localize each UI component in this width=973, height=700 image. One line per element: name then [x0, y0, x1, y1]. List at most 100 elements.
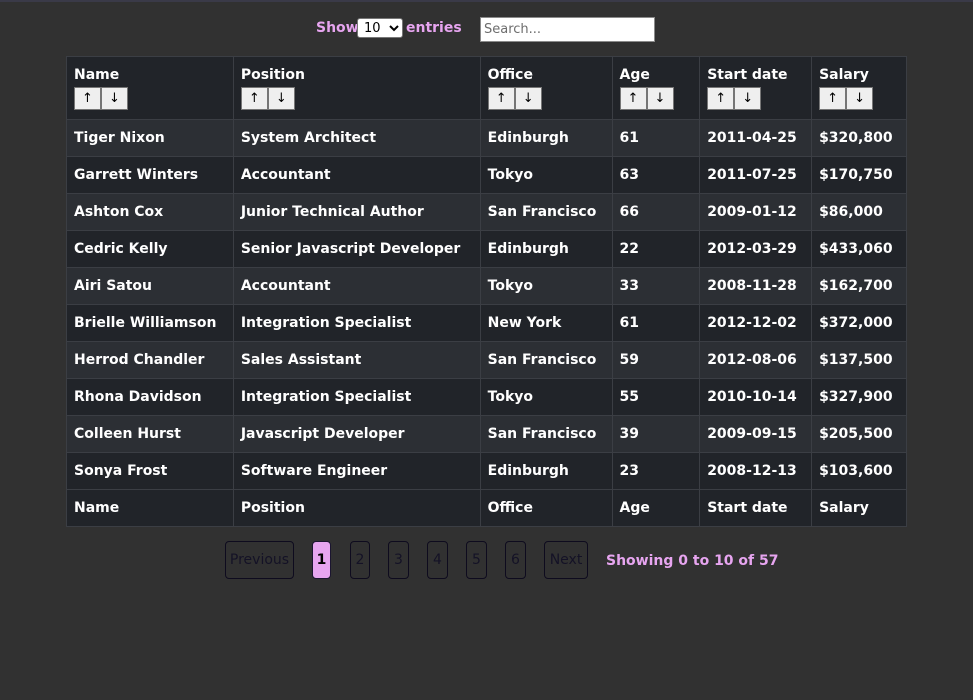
cell-salary: $433,060 [811, 230, 907, 268]
next-page-button[interactable]: Next [544, 541, 588, 579]
cell-position: Javascript Developer [232, 415, 481, 453]
cell-office: San Francisco [479, 341, 613, 379]
footer-label-office: Office [479, 489, 613, 527]
arrow-down-icon: ↓ [522, 91, 534, 106]
page-button-5[interactable]: 5 [466, 541, 487, 579]
footer-row: Name Position Office Age Start date Sala… [66, 489, 907, 527]
arrow-down-icon: ↓ [742, 91, 754, 106]
table-row: Airi Satou Accountant Tokyo 33 2008-11-2… [66, 267, 907, 305]
entries-label: entries [406, 20, 462, 36]
cell-position: Integration Specialist [232, 304, 481, 342]
arrow-up-icon: ↑ [715, 91, 727, 106]
cell-age: 33 [611, 267, 701, 305]
entries-per-page-select[interactable]: 10 [357, 18, 403, 38]
previous-page-button[interactable]: Previous [225, 541, 294, 579]
column-label: Office [487, 67, 533, 83]
cell-name: Colleen Hurst [66, 415, 234, 453]
sort-asc-button[interactable]: ↑ [707, 87, 735, 110]
cell-office: San Francisco [479, 193, 613, 231]
cell-position: Accountant [232, 267, 481, 305]
cell-position: Integration Specialist [232, 378, 481, 416]
cell-age: 63 [611, 156, 701, 194]
cell-office: Tokyo [479, 267, 613, 305]
column-header-name: Name ↑ ↓ [66, 56, 234, 120]
table-row: Herrod Chandler Sales Assistant San Fran… [66, 341, 907, 379]
header-row: Name ↑ ↓ Position ↑ ↓ Office ↑ ↓ Age ↑ ↓… [66, 56, 907, 120]
cell-salary: $327,900 [811, 378, 907, 416]
sort-desc-button[interactable]: ↓ [267, 87, 295, 110]
cell-office: Edinburgh [479, 230, 613, 268]
cell-start-date: 2012-08-06 [699, 341, 813, 379]
sort-desc-button[interactable]: ↓ [514, 87, 542, 110]
column-label: Name [74, 67, 120, 83]
page-button-6[interactable]: 6 [505, 541, 526, 579]
table-row: Garrett Winters Accountant Tokyo 63 2011… [66, 156, 907, 194]
pagination: Previous 1 2 3 4 5 6 Next Showing 0 to 1… [0, 541, 973, 581]
cell-position: Accountant [232, 156, 481, 194]
cell-name: Airi Satou [66, 267, 234, 305]
column-header-office: Office ↑ ↓ [479, 56, 613, 120]
footer-label-start-date: Start date [699, 489, 813, 527]
cell-name: Cedric Kelly [66, 230, 234, 268]
sort-asc-button[interactable]: ↑ [74, 87, 101, 110]
sort-controls: ↑ ↓ [819, 87, 899, 110]
cell-position: Sales Assistant [232, 341, 481, 379]
footer-label-position: Position [232, 489, 481, 527]
page-button-1[interactable]: 1 [312, 541, 331, 579]
cell-office: Tokyo [479, 378, 613, 416]
cell-office: Tokyo [479, 156, 613, 194]
table-row: Brielle Williamson Integration Specialis… [66, 304, 907, 342]
table-controls: Show 10 entries [0, 16, 973, 42]
search-input[interactable] [480, 17, 655, 42]
cell-salary: $320,800 [811, 119, 907, 157]
table-row: Colleen Hurst Javascript Developer San F… [66, 415, 907, 453]
cell-start-date: 2011-07-25 [699, 156, 813, 194]
table-row: Sonya Frost Software Engineer Edinburgh … [66, 452, 907, 490]
footer-label-name: Name [66, 489, 234, 527]
sort-asc-button[interactable]: ↑ [819, 87, 847, 110]
column-label: Age [619, 67, 650, 83]
table-row: Ashton Cox Junior Technical Author San F… [66, 193, 907, 231]
footer-label-salary: Salary [811, 489, 907, 527]
show-label: Show [316, 20, 359, 36]
cell-age: 61 [611, 119, 701, 157]
sort-asc-button[interactable]: ↑ [487, 87, 515, 110]
cell-start-date: 2008-12-13 [699, 452, 813, 490]
cell-position: Senior Javascript Developer [232, 230, 481, 268]
cell-name: Herrod Chandler [66, 341, 234, 379]
page-button-3[interactable]: 3 [388, 541, 409, 579]
column-header-age: Age ↑ ↓ [611, 56, 701, 120]
column-label: Salary [819, 67, 869, 83]
cell-start-date: 2011-04-25 [699, 119, 813, 157]
sort-desc-button[interactable]: ↓ [101, 87, 128, 110]
footer-label-age: Age [611, 489, 701, 527]
cell-salary: $372,000 [811, 304, 907, 342]
sort-desc-button[interactable]: ↓ [734, 87, 762, 110]
cell-start-date: 2009-01-12 [699, 193, 813, 231]
arrow-up-icon: ↑ [82, 91, 93, 106]
sort-controls: ↑ ↓ [240, 87, 473, 110]
cell-position: Junior Technical Author [232, 193, 481, 231]
cell-salary: $170,750 [811, 156, 907, 194]
cell-office: San Francisco [479, 415, 613, 453]
sort-controls: ↑ ↓ [619, 87, 693, 110]
arrow-up-icon: ↑ [495, 91, 507, 106]
sort-asc-button[interactable]: ↑ [619, 87, 647, 110]
cell-salary: $86,000 [811, 193, 907, 231]
showing-info: Showing 0 to 10 of 57 [606, 553, 779, 569]
cell-start-date: 2010-10-14 [699, 378, 813, 416]
arrow-down-icon: ↓ [854, 91, 866, 106]
sort-desc-button[interactable]: ↓ [846, 87, 874, 110]
page-button-4[interactable]: 4 [427, 541, 448, 579]
cell-name: Ashton Cox [66, 193, 234, 231]
page-button-2[interactable]: 2 [350, 541, 370, 579]
sort-asc-button[interactable]: ↑ [240, 87, 268, 110]
sort-desc-button[interactable]: ↓ [646, 87, 674, 110]
cell-name: Sonya Frost [66, 452, 234, 490]
cell-position: Software Engineer [232, 452, 481, 490]
sort-controls: ↑ ↓ [487, 87, 605, 110]
cell-start-date: 2012-03-29 [699, 230, 813, 268]
cell-age: 39 [611, 415, 701, 453]
arrow-down-icon: ↓ [275, 91, 287, 106]
cell-start-date: 2009-09-15 [699, 415, 813, 453]
